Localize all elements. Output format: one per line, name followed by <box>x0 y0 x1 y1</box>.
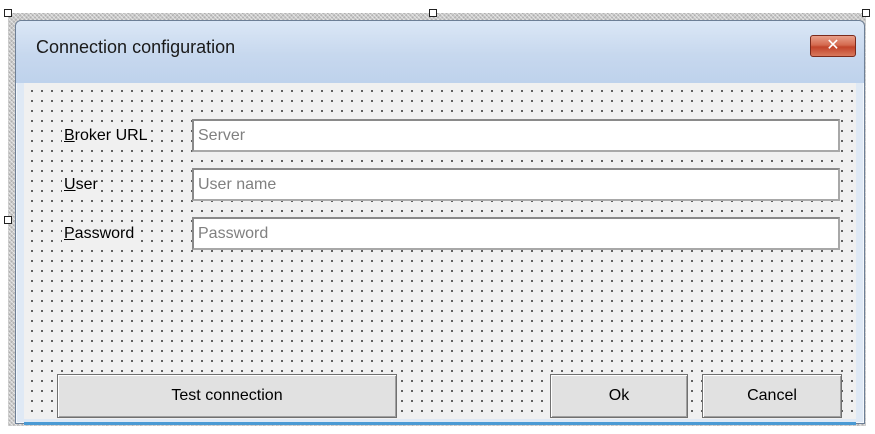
userform-window: Connection configuration ✕ Broker URL Us… <box>15 20 865 425</box>
password-label: Password <box>62 224 137 244</box>
user-label-text: ser <box>75 176 98 193</box>
password-label-text: assword <box>74 225 135 242</box>
resize-handle-top-right[interactable] <box>862 9 870 17</box>
user-accesskey: U <box>64 176 76 193</box>
form-client-area: Broker URL User Password Test connection… <box>24 83 856 425</box>
broker-url-input[interactable] <box>192 119 840 152</box>
form-bottom-edge <box>24 422 856 425</box>
resize-handle-middle-left[interactable] <box>4 216 12 224</box>
password-input[interactable] <box>192 217 840 250</box>
password-accesskey: P <box>64 225 75 242</box>
close-button[interactable]: ✕ <box>810 35 856 57</box>
resize-handle-top-left[interactable] <box>4 9 12 17</box>
cancel-button[interactable]: Cancel <box>702 374 842 418</box>
window-title: Connection configuration <box>36 37 236 57</box>
user-name-input[interactable] <box>192 168 840 201</box>
title-bar[interactable]: Connection configuration ✕ <box>16 21 864 83</box>
test-connection-button[interactable]: Test connection <box>57 374 397 418</box>
resize-handle-top-middle[interactable] <box>429 9 437 17</box>
close-icon: ✕ <box>826 37 840 54</box>
ok-button[interactable]: Ok <box>550 374 688 418</box>
user-label: User <box>62 175 100 195</box>
broker-url-label: Broker URL <box>62 126 150 146</box>
broker-url-label-text: roker URL <box>74 127 148 144</box>
broker-url-accesskey: B <box>64 127 75 144</box>
designer-stage: Connection configuration ✕ Broker URL Us… <box>0 0 875 434</box>
